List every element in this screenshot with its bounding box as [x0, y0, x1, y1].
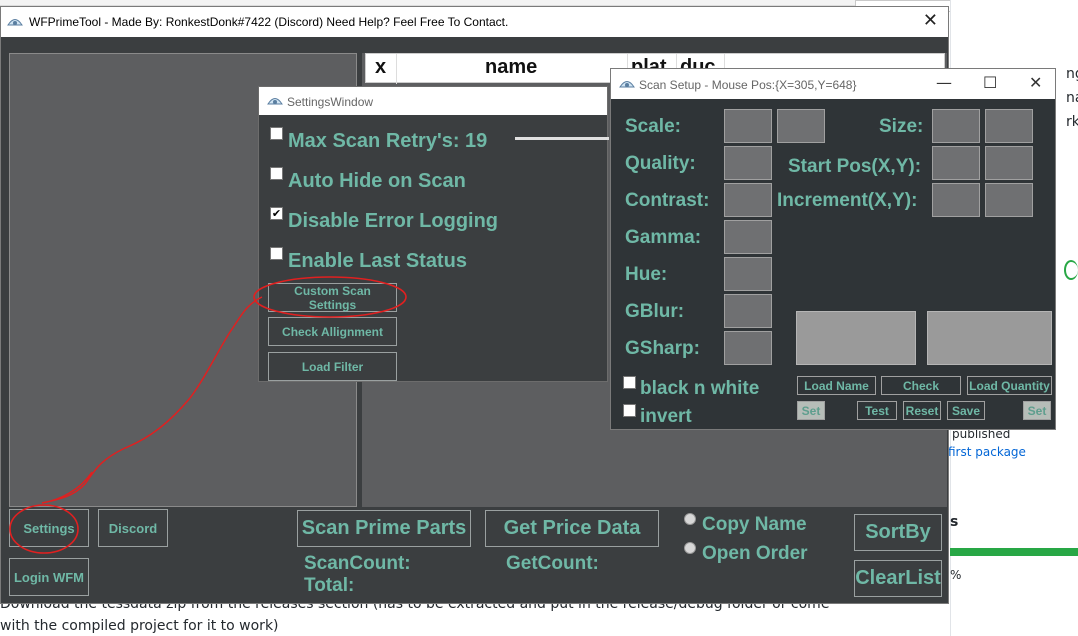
annotation-circle-custom-scan — [253, 276, 407, 318]
red-annotation — [9, 276, 407, 554]
annotation-arrow-line — [41, 296, 263, 504]
annotation-circle-settings — [9, 504, 79, 554]
